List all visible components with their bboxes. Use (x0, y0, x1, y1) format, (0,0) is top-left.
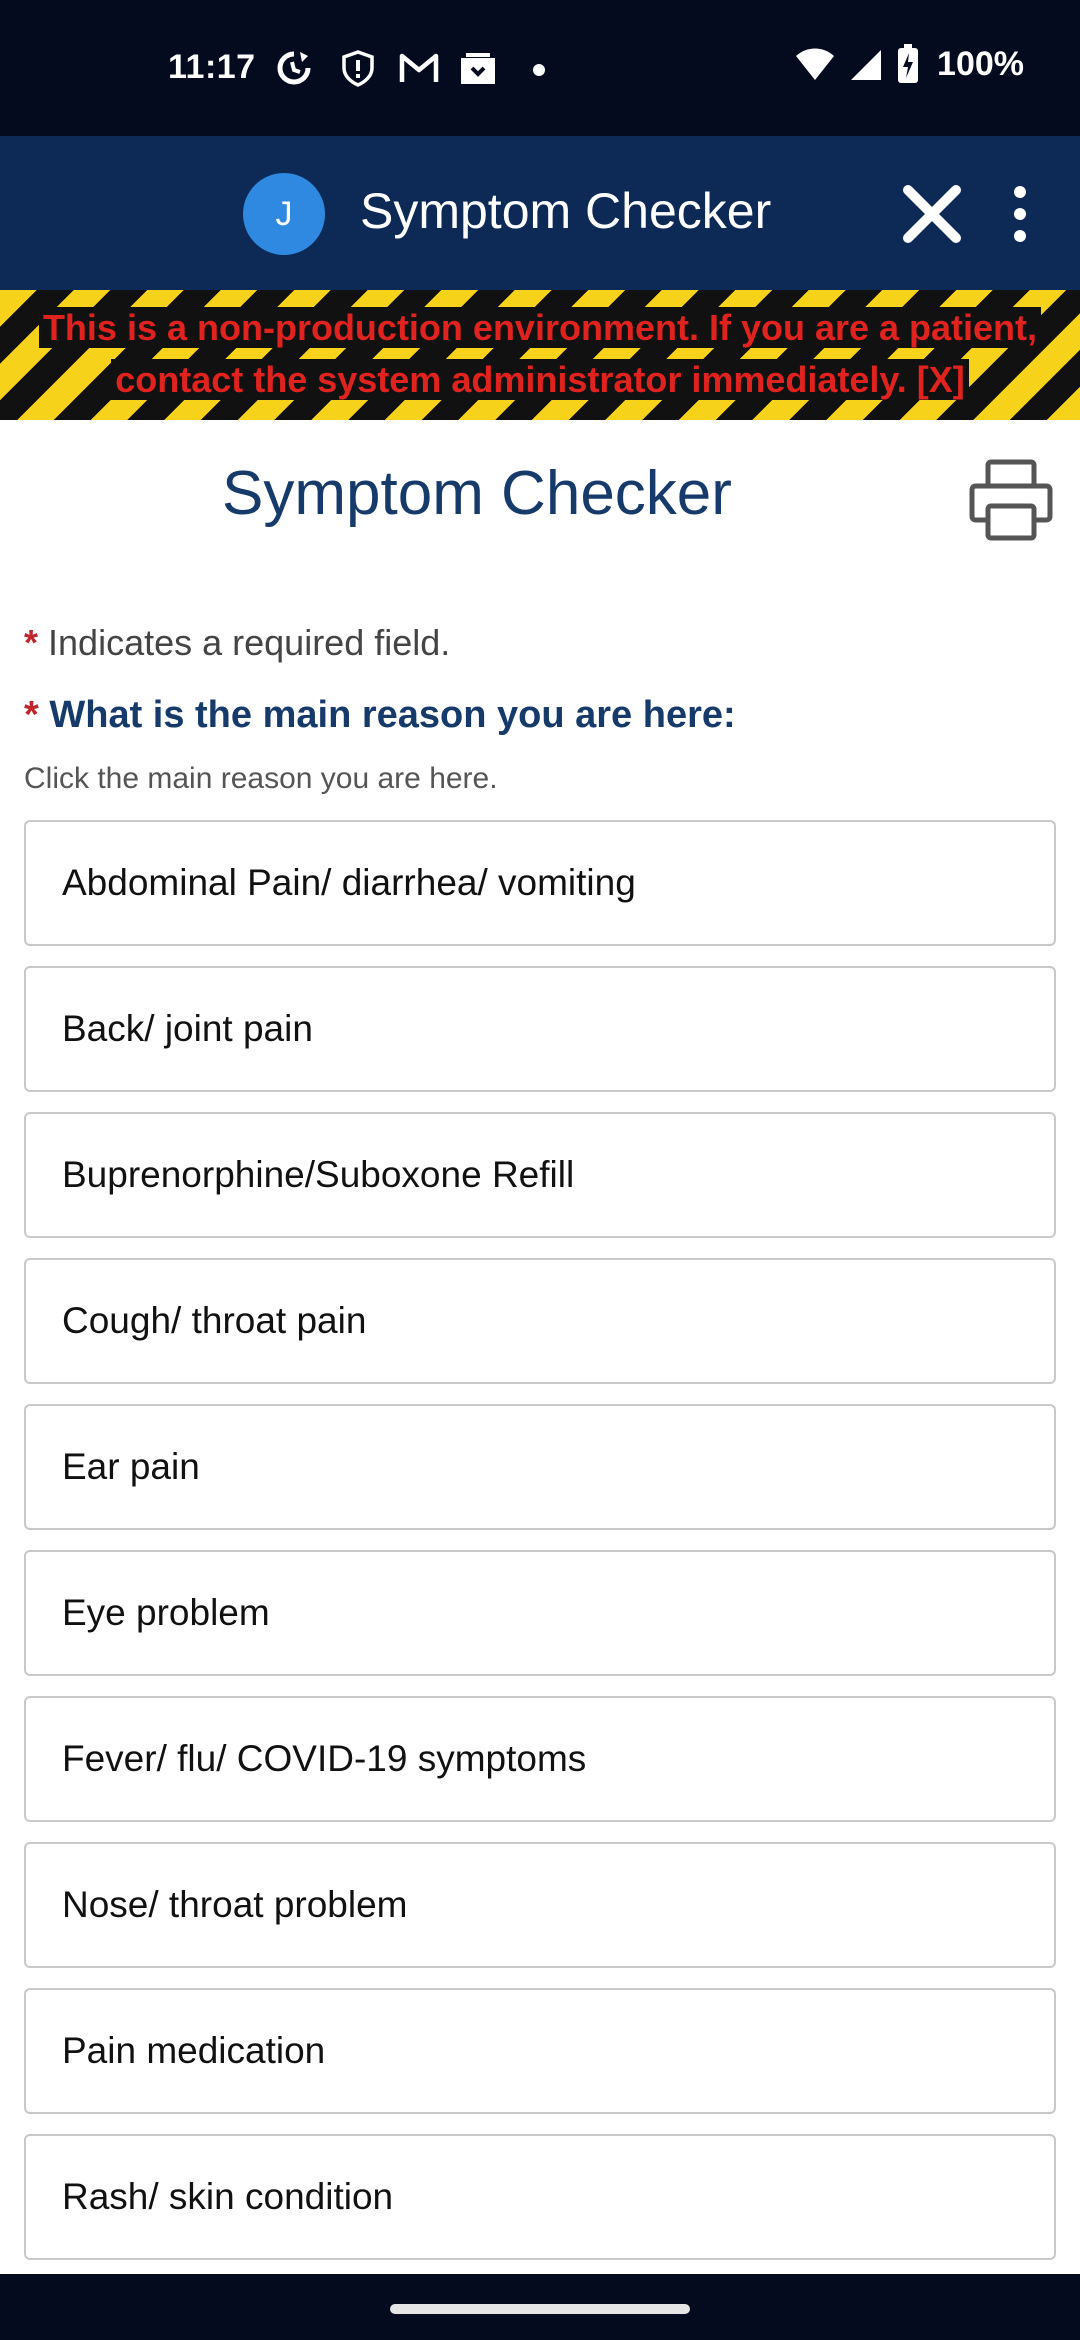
inbox-icon (461, 53, 495, 84)
status-right: 100% (795, 44, 1024, 84)
page-title: Symptom Checker (222, 459, 732, 528)
battery-percent: 100% (937, 44, 1024, 83)
signal-icon (851, 50, 882, 80)
required-star: * (24, 694, 39, 736)
close-icon[interactable] (896, 178, 968, 250)
more-options-icon[interactable] (1000, 178, 1040, 250)
system-navigation-bar (0, 2274, 1080, 2340)
app-bar: J Symptom Checker (0, 136, 1080, 290)
option-fever-flu-covid[interactable]: Fever/ flu/ COVID-19 symptoms (24, 1696, 1056, 1822)
required-field-note: * Indicates a required field. (24, 622, 450, 664)
option-cough-throat-pain[interactable]: Cough/ throat pain (24, 1258, 1056, 1384)
avatar[interactable]: J (243, 173, 325, 255)
question-text: What is the main reason you are here: (49, 694, 736, 736)
option-ear-pain[interactable]: Ear pain (24, 1404, 1056, 1530)
main-reason-question: * What is the main reason you are here: (24, 694, 736, 737)
option-pain-medication[interactable]: Pain medication (24, 1988, 1056, 2114)
app-title: Symptom Checker (360, 183, 772, 239)
required-note-text: Indicates a required field. (48, 622, 451, 663)
option-abdominal-pain[interactable]: Abdominal Pain/ diarrhea/ vomiting (24, 820, 1056, 946)
wifi-icon (796, 48, 835, 80)
option-rash-skin-condition[interactable]: Rash/ skin condition (24, 2134, 1056, 2260)
reason-options-list: Abdominal Pain/ diarrhea/ vomiting Back/… (24, 820, 1056, 2280)
question-hint: Click the main reason you are here. (24, 762, 498, 795)
option-back-joint-pain[interactable]: Back/ joint pain (24, 966, 1056, 1092)
battery-icon (898, 44, 919, 83)
sync-icon (277, 51, 311, 85)
option-eye-problem[interactable]: Eye problem (24, 1550, 1056, 1676)
required-star: * (24, 622, 39, 663)
dot-icon (533, 64, 545, 76)
warning-line-2[interactable]: contact the system administrator immedia… (111, 359, 969, 400)
warning-text: This is a non-production environment. If… (30, 302, 1050, 406)
print-icon[interactable] (968, 458, 1054, 544)
shield-icon (342, 50, 374, 87)
status-bar: 11:17 100% (0, 0, 1080, 136)
option-nose-throat-problem[interactable]: Nose/ throat problem (24, 1842, 1056, 1968)
non-production-warning-banner[interactable]: This is a non-production environment. If… (0, 290, 1080, 420)
option-buprenorphine-refill[interactable]: Buprenorphine/Suboxone Refill (24, 1112, 1056, 1238)
status-time: 11:17 (168, 48, 256, 86)
gmail-icon (399, 53, 439, 82)
home-gesture-handle[interactable] (390, 2304, 690, 2314)
warning-line-1: This is a non-production environment. If… (38, 307, 1042, 348)
